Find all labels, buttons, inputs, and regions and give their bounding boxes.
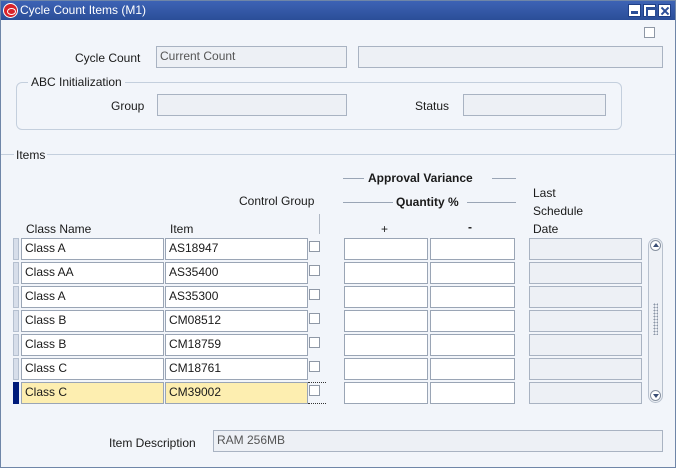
control-group-checkbox[interactable] [309, 289, 320, 300]
variance-minus-field[interactable] [430, 358, 515, 380]
approval-variance-header: Approval Variance [368, 171, 473, 185]
last-schedule-date-field[interactable] [529, 334, 642, 356]
cycle-count-description-field[interactable] [358, 46, 663, 68]
control-group-checkbox[interactable] [309, 265, 320, 276]
item-field[interactable]: CM39002 [165, 382, 308, 404]
class-name-field[interactable]: Class A [21, 238, 164, 260]
item-field[interactable]: CM18761 [165, 358, 308, 380]
variance-plus-field[interactable] [344, 238, 428, 260]
variance-minus-field[interactable] [430, 334, 515, 356]
item-field[interactable]: AS18947 [165, 238, 308, 260]
last-schedule-date-field[interactable] [529, 358, 642, 380]
cycle-count-label: Cycle Count [75, 51, 141, 65]
maximize-icon[interactable] [643, 4, 657, 19]
class-name-field[interactable]: Class B [21, 310, 164, 332]
status-field[interactable] [463, 94, 606, 116]
group-field[interactable] [157, 94, 347, 116]
variance-minus-field[interactable] [430, 286, 515, 308]
item-field[interactable]: CM18759 [165, 334, 308, 356]
control-group-header: Control Group [239, 194, 315, 208]
quantity-pct-header: Quantity % [396, 195, 459, 209]
item-field[interactable]: AS35300 [165, 286, 308, 308]
cycle-count-items-window: Cycle Count Items (M1) Cycle Count Curre… [0, 0, 676, 468]
minimize-icon[interactable] [628, 4, 641, 17]
item-field[interactable]: CM08512 [165, 310, 308, 332]
variance-plus-field[interactable] [344, 382, 428, 404]
variance-minus-field[interactable] [430, 238, 515, 260]
oracle-logo-icon [3, 3, 18, 18]
class-name-field[interactable]: Class A [21, 286, 164, 308]
last-schedule-date-field[interactable] [529, 238, 642, 260]
variance-plus-field[interactable] [344, 358, 428, 380]
scroll-grip[interactable] [653, 303, 658, 335]
variance-minus-field[interactable] [430, 382, 515, 404]
status-label: Status [415, 99, 450, 113]
row-selector[interactable] [13, 310, 19, 332]
quantity-pct-rule-left [343, 202, 393, 203]
variance-plus-field[interactable] [344, 262, 428, 284]
row-selector[interactable] [13, 334, 19, 356]
last-schedule-header-line3: Date [533, 222, 559, 236]
class-name-field[interactable]: Class C [21, 382, 164, 404]
variance-minus-field[interactable] [430, 310, 515, 332]
minus-header: - [468, 220, 472, 234]
items-separator [1, 154, 675, 155]
item-header: Item [170, 222, 194, 236]
control-group-checkbox[interactable] [309, 241, 320, 252]
quantity-pct-rule-right [467, 202, 516, 203]
control-group-checkbox[interactable] [309, 385, 320, 396]
row-selector[interactable] [13, 358, 19, 380]
close-icon[interactable] [658, 4, 671, 17]
group-label: Group [111, 99, 145, 113]
variance-minus-field[interactable] [430, 262, 515, 284]
last-schedule-date-field[interactable] [529, 262, 642, 284]
title-bar[interactable]: Cycle Count Items (M1) [1, 1, 675, 20]
last-schedule-date-field[interactable] [529, 286, 642, 308]
scroll-up-icon[interactable] [650, 240, 661, 251]
item-description-field[interactable]: RAM 256MB [213, 430, 663, 452]
last-schedule-header-line1: Last [533, 186, 556, 200]
row-selector[interactable] [13, 286, 19, 308]
variance-plus-field[interactable] [344, 286, 428, 308]
variance-plus-field[interactable] [344, 310, 428, 332]
window-title: Cycle Count Items (M1) [20, 3, 147, 17]
header-checkbox[interactable] [644, 27, 655, 38]
class-name-field[interactable]: Class C [21, 358, 164, 380]
variance-plus-field[interactable] [344, 334, 428, 356]
scroll-down-icon[interactable] [650, 390, 661, 401]
approval-variance-rule-left [343, 178, 364, 179]
item-description-label: Item Description [109, 436, 196, 450]
class-name-header: Class Name [26, 222, 92, 236]
row-selector[interactable] [13, 238, 19, 260]
cycle-count-field[interactable]: Current Count [156, 46, 347, 68]
items-section-label: Items [14, 148, 48, 162]
last-schedule-header-line2: Schedule [533, 204, 584, 218]
control-group-divider [319, 214, 320, 234]
control-group-checkbox[interactable] [309, 361, 320, 372]
last-schedule-date-field[interactable] [529, 310, 642, 332]
item-field[interactable]: AS35400 [165, 262, 308, 284]
current-row-indicator[interactable] [13, 382, 19, 404]
abc-initialization-legend: ABC Initialization [28, 75, 125, 89]
items-scrollbar[interactable] [648, 238, 663, 403]
last-schedule-date-field[interactable] [529, 382, 642, 404]
approval-variance-rule-right [492, 178, 516, 179]
class-name-field[interactable]: Class AA [21, 262, 164, 284]
row-selector[interactable] [13, 262, 19, 284]
plus-header: + [381, 222, 389, 236]
control-group-checkbox[interactable] [309, 337, 320, 348]
class-name-field[interactable]: Class B [21, 334, 164, 356]
control-group-checkbox[interactable] [309, 313, 320, 324]
